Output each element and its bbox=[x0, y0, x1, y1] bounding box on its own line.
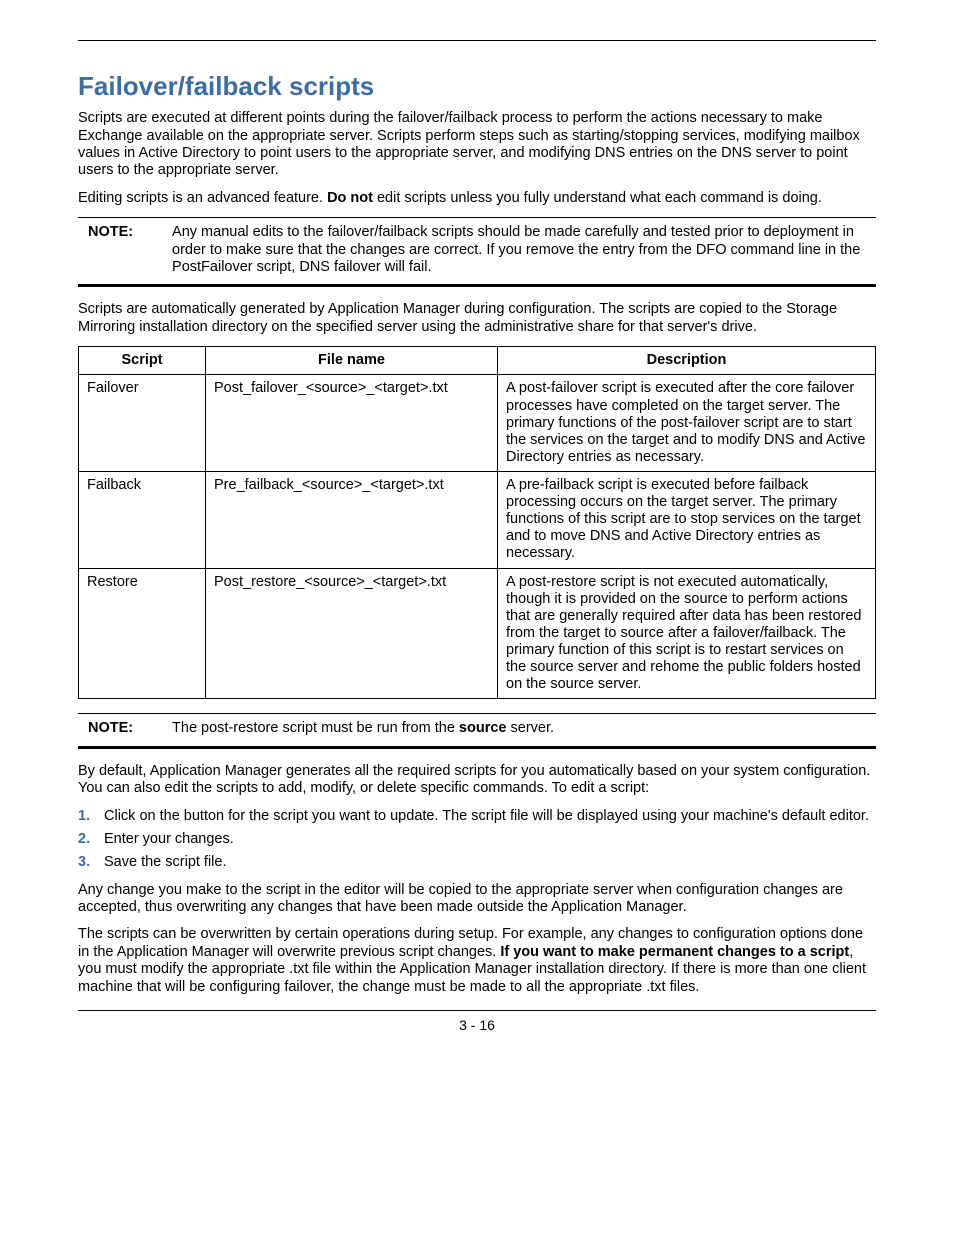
col-header-file: File name bbox=[206, 347, 498, 375]
note-body: Any manual edits to the failover/failbac… bbox=[172, 224, 862, 276]
list-item: Enter your changes. bbox=[78, 831, 876, 848]
cell-file: Post_restore_<source>_<target>.txt bbox=[206, 568, 498, 699]
note-label: NOTE: bbox=[78, 224, 168, 241]
table-row: Failover Post_failover_<source>_<target>… bbox=[79, 375, 876, 472]
cell-desc: A post-restore script is not executed au… bbox=[498, 568, 876, 699]
text: edit scripts unless you fully understand… bbox=[373, 190, 822, 206]
table-row: Restore Post_restore_<source>_<target>.t… bbox=[79, 568, 876, 699]
cell-script: Failover bbox=[79, 375, 206, 472]
list-item: Click on the button for the script you w… bbox=[78, 808, 876, 825]
cell-file: Pre_failback_<source>_<target>.txt bbox=[206, 472, 498, 569]
note-body: The post-restore script must be run from… bbox=[172, 720, 554, 737]
paragraph-edit-warning: Editing scripts is an advanced feature. … bbox=[78, 190, 876, 207]
do-not-bold: Do not bbox=[327, 190, 373, 206]
paragraph-intro: Scripts are executed at different points… bbox=[78, 110, 876, 180]
text: server. bbox=[506, 720, 554, 736]
source-bold: source bbox=[459, 720, 507, 736]
cell-script: Restore bbox=[79, 568, 206, 699]
scripts-table: Script File name Description Failover Po… bbox=[78, 346, 876, 699]
paragraph-overwrite: Any change you make to the script in the… bbox=[78, 882, 876, 917]
page-number: 3 - 16 bbox=[459, 1017, 495, 1033]
note-label: NOTE: bbox=[78, 720, 168, 737]
paragraph-edit-script: By default, Application Manager generate… bbox=[78, 763, 876, 798]
paragraph-permanent: The scripts can be overwritten by certai… bbox=[78, 926, 876, 996]
col-header-desc: Description bbox=[498, 347, 876, 375]
col-header-script: Script bbox=[79, 347, 206, 375]
footer: 3 - 16 bbox=[78, 1010, 876, 1034]
steps-list: Click on the button for the script you w… bbox=[78, 808, 876, 872]
permanent-bold: If you want to make permanent changes to… bbox=[500, 944, 849, 960]
cell-file: Post_failover_<source>_<target>.txt bbox=[206, 375, 498, 472]
paragraph-auto-generated: Scripts are automatically generated by A… bbox=[78, 301, 876, 336]
cell-desc: A post-failover script is executed after… bbox=[498, 375, 876, 472]
note-block-1: NOTE: Any manual edits to the failover/f… bbox=[78, 217, 876, 287]
cell-desc: A pre-failback script is executed before… bbox=[498, 472, 876, 569]
table-header-row: Script File name Description bbox=[79, 347, 876, 375]
text: Editing scripts is an advanced feature. bbox=[78, 190, 327, 206]
note-block-2: NOTE: The post-restore script must be ru… bbox=[78, 713, 876, 748]
top-rule bbox=[78, 40, 876, 41]
page-title: Failover/failback scripts bbox=[78, 71, 876, 102]
list-item: Save the script file. bbox=[78, 854, 876, 871]
cell-script: Failback bbox=[79, 472, 206, 569]
text: The post-restore script must be run from… bbox=[172, 720, 459, 736]
table-row: Failback Pre_failback_<source>_<target>.… bbox=[79, 472, 876, 569]
